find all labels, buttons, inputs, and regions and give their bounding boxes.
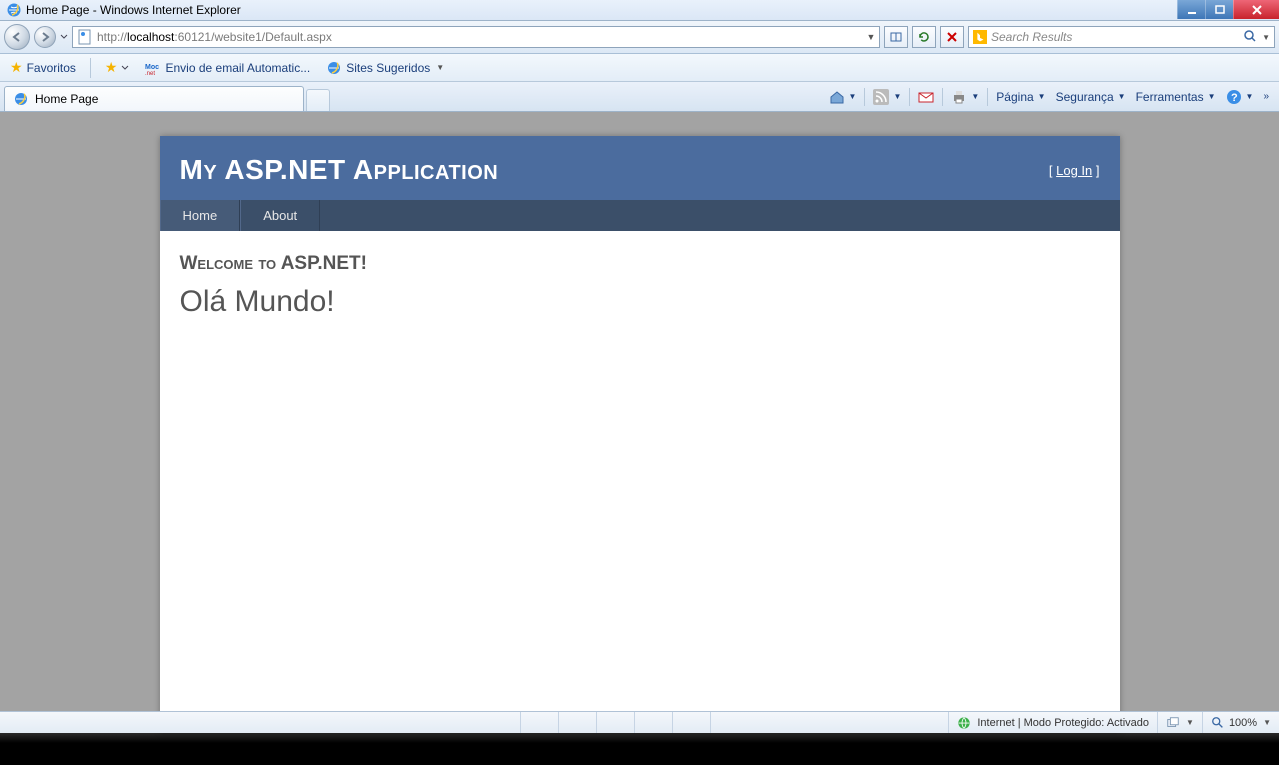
login-display: [ Log In ] — [1049, 163, 1100, 178]
login-link[interactable]: Log In — [1056, 163, 1092, 178]
page-header: My ASP.NET Application [ Log In ] — [160, 136, 1120, 200]
star-add-icon: ★ — [105, 59, 118, 76]
search-dropdown-icon[interactable]: ▼ — [1262, 33, 1270, 42]
favorites-bar: ★ Favoritos ★ Moc.net Envio de email Aut… — [0, 54, 1279, 82]
svg-text:Moc: Moc — [145, 64, 159, 71]
zoom-label: 100% — [1229, 717, 1257, 729]
zoom-icon — [1211, 716, 1225, 730]
status-empty-cells — [0, 712, 748, 733]
print-cmd-button[interactable]: ▼ — [947, 87, 983, 107]
moc-icon: Moc.net — [145, 61, 161, 75]
search-go-icon[interactable] — [1242, 29, 1258, 46]
feeds-cmd-button[interactable]: ▼ — [869, 87, 905, 107]
address-bar-row: http://localhost:60121/website1/Default.… — [0, 21, 1279, 54]
fav-link-email[interactable]: Moc.net Envio de email Automatic... — [141, 59, 314, 77]
window-titlebar: Home Page - Windows Internet Explorer — [0, 0, 1279, 21]
security-cmd-button[interactable]: Segurança▼ — [1052, 88, 1130, 106]
tools-cmd-label: Ferramentas — [1136, 90, 1204, 104]
nav-about[interactable]: About — [240, 200, 320, 231]
stop-button[interactable] — [940, 26, 964, 48]
zoom-control[interactable]: 100% ▼ — [1202, 712, 1279, 733]
add-to-favorites-button[interactable]: ★ — [101, 57, 134, 78]
favorites-button[interactable]: ★ Favoritos — [6, 57, 80, 78]
page-cmd-button[interactable]: Página▼ — [992, 88, 1049, 106]
search-input[interactable]: Search Results ▼ — [968, 26, 1275, 48]
dropdown-icon — [121, 62, 129, 74]
fav-link-sites-sugeridos[interactable]: Sites Sugeridos ▼ — [322, 58, 448, 78]
favorites-label: Favoritos — [27, 61, 76, 75]
mail-icon — [918, 89, 934, 105]
new-tab-button[interactable] — [306, 89, 330, 111]
tab-home-page[interactable]: Home Page — [4, 86, 304, 111]
welcome-heading: Welcome to ASP.NET! — [180, 253, 1100, 275]
search-provider-icon — [973, 30, 987, 44]
page-container: My ASP.NET Application [ Log In ] Home A… — [160, 136, 1120, 733]
status-misc[interactable]: ▼ — [1157, 712, 1202, 733]
maximize-button[interactable] — [1205, 0, 1233, 19]
nav-home[interactable]: Home — [160, 200, 241, 231]
tools-cmd-button[interactable]: Ferramentas▼ — [1132, 88, 1220, 106]
star-icon: ★ — [10, 59, 23, 76]
address-url: http://localhost:60121/website1/Default.… — [97, 30, 863, 44]
status-bar: Internet | Modo Protegido: Activado ▼ 10… — [0, 711, 1279, 733]
minimize-button[interactable] — [1177, 0, 1205, 19]
page-cmd-label: Página — [996, 90, 1033, 104]
fav-link-label: Sites Sugeridos — [346, 61, 430, 75]
hello-text: Olá Mundo! — [180, 285, 1100, 319]
home-cmd-button[interactable]: ▼ — [825, 87, 861, 107]
dropdown-icon: ▼ — [436, 63, 444, 72]
help-cmd-button[interactable]: ?▼ — [1222, 87, 1258, 107]
close-button[interactable] — [1233, 0, 1279, 19]
svg-text:.net: .net — [145, 71, 155, 75]
nav-menu: Home About — [160, 200, 1120, 231]
home-icon — [829, 89, 845, 105]
compat-view-button[interactable] — [884, 26, 908, 48]
ie-logo-icon — [6, 2, 22, 18]
expand-cmd-button[interactable]: » — [1259, 89, 1273, 104]
internet-zone-icon — [957, 716, 971, 730]
tab-row: Home Page ▼ ▼ ▼ Página▼ Segurança▼ Ferra… — [0, 82, 1279, 112]
rss-icon — [873, 89, 889, 105]
taskbar-sliver — [0, 733, 1279, 743]
page-body: Welcome to ASP.NET! Olá Mundo! — [160, 231, 1120, 639]
security-zone[interactable]: Internet | Modo Protegido: Activado — [948, 712, 1157, 733]
tab-title: Home Page — [35, 92, 98, 106]
zone-label: Internet | Modo Protegido: Activado — [977, 717, 1149, 729]
address-input[interactable]: http://localhost:60121/website1/Default.… — [72, 26, 880, 48]
command-bar: ▼ ▼ ▼ Página▼ Segurança▼ Ferramentas▼ ?▼… — [825, 82, 1279, 111]
content-viewport: My ASP.NET Application [ Log In ] Home A… — [0, 112, 1279, 733]
security-cmd-label: Segurança — [1056, 90, 1114, 104]
printer-icon — [951, 89, 967, 105]
ie-tab-icon — [13, 91, 29, 107]
ie-small-icon — [326, 60, 342, 76]
separator — [90, 58, 91, 78]
address-dropdown-icon[interactable]: ▼ — [863, 32, 879, 42]
search-placeholder: Search Results — [991, 30, 1072, 44]
refresh-button[interactable] — [912, 26, 936, 48]
mail-cmd-button[interactable] — [914, 87, 938, 107]
app-title: My ASP.NET Application — [180, 154, 499, 186]
fav-link-label: Envio de email Automatic... — [165, 61, 310, 75]
nav-history-dropdown[interactable] — [60, 26, 68, 48]
help-icon: ? — [1226, 89, 1242, 105]
forward-button[interactable] — [34, 26, 56, 48]
svg-text:?: ? — [1231, 92, 1238, 104]
page-icon — [77, 29, 93, 45]
window-title: Home Page - Windows Internet Explorer — [26, 3, 241, 17]
popup-blocker-icon — [1166, 716, 1180, 730]
back-button[interactable] — [4, 24, 30, 50]
window-buttons — [1177, 0, 1279, 19]
